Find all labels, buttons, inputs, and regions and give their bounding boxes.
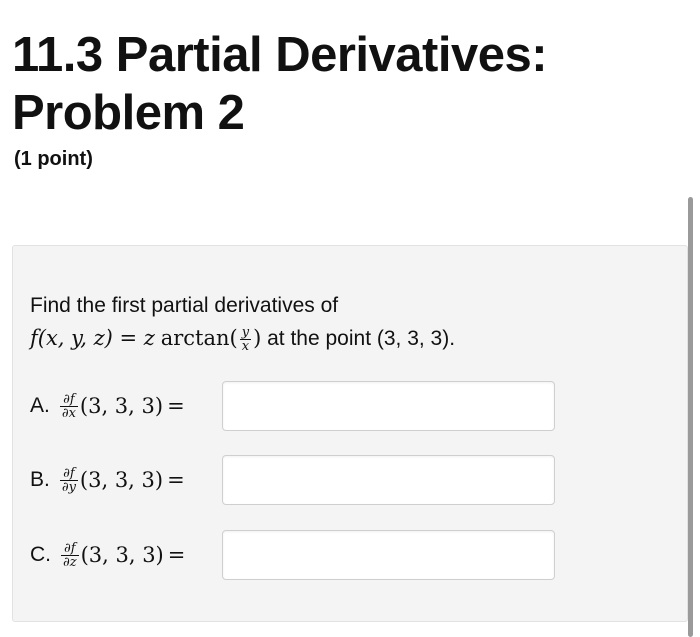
partial-numerator: ∂f xyxy=(59,467,78,481)
partial-fraction-z: ∂f ∂z xyxy=(61,542,79,569)
equals-sign: = xyxy=(167,543,186,567)
title-line-1: 11.3 Partial Derivatives: xyxy=(12,28,548,82)
partial-denominator: ∂x xyxy=(61,405,76,421)
fraction-numerator: y xyxy=(239,324,252,340)
equals-sign: = xyxy=(167,468,185,492)
partial-numerator: ∂f xyxy=(59,393,78,407)
part-a-row: A. ∂f ∂x (3, 3, 3) = xyxy=(30,381,185,431)
page-title: 11.3 Partial Derivatives: Problem 2 xyxy=(12,26,548,142)
partial-fraction-y: ∂f ∂y xyxy=(59,467,78,495)
answer-input-b[interactable] xyxy=(222,455,555,505)
partial-fraction-x: ∂f ∂x xyxy=(59,393,78,421)
part-c-row: C. ∂f ∂z (3, 3, 3) = xyxy=(30,530,185,580)
answer-input-a[interactable] xyxy=(222,381,555,431)
scrollbar[interactable] xyxy=(688,197,693,637)
fraction-denominator: x xyxy=(241,338,250,354)
evaluation-point: (3, 3, 3) xyxy=(79,468,164,492)
part-a-label: A. xyxy=(30,394,50,417)
function-arctan: arctan( xyxy=(160,326,238,350)
evaluation-point: (3, 3, 3) xyxy=(80,543,164,567)
partial-denominator: ∂z xyxy=(63,554,77,570)
problem-intro: Find the first partial derivatives of xyxy=(30,294,339,317)
partial-numerator: ∂f xyxy=(61,542,79,556)
point-text: at the point (3, 3, 3). xyxy=(267,327,456,350)
points-label: (1 point) xyxy=(14,148,93,170)
equals-sign: = xyxy=(167,394,185,418)
answer-input-c[interactable] xyxy=(222,530,555,580)
part-b-label: B. xyxy=(30,468,50,491)
function-lhs: f(x, y, z) = z xyxy=(30,326,155,350)
partial-denominator: ∂y xyxy=(61,479,76,495)
part-b-row: B. ∂f ∂y (3, 3, 3) = xyxy=(30,455,185,505)
title-line-2: Problem 2 xyxy=(12,86,245,140)
part-c-label: C. xyxy=(30,543,51,566)
y-over-x-fraction: yx xyxy=(239,324,252,354)
problem-statement: Find the first partial derivatives of f(… xyxy=(30,290,455,355)
problem-function-line: f(x, y, z) = z arctan(y x) at the point (… xyxy=(30,322,455,355)
function-close-paren: ) xyxy=(253,326,262,350)
evaluation-point: (3, 3, 3) xyxy=(79,394,164,418)
